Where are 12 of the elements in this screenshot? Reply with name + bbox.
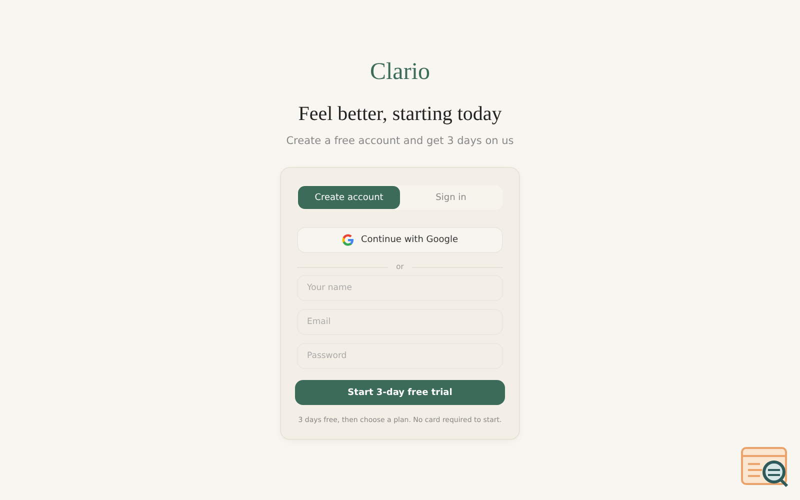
subtitle: Create a free account and get 3 days on us (286, 134, 514, 148)
start-trial-button[interactable]: Start 3-day free trial (295, 380, 505, 405)
tab[interactable]: Create account (298, 186, 400, 209)
brand-logo: Clario (370, 58, 430, 86)
input-field[interactable]: Email (297, 309, 503, 335)
tab[interactable]: Sign in (400, 186, 502, 209)
google-icon (342, 234, 354, 246)
input-field[interactable]: Password (297, 343, 503, 369)
browser-search-icon[interactable] (740, 446, 790, 488)
google-button[interactable]: Continue with Google (297, 227, 503, 253)
page-heading: Feel better, starting today (298, 102, 502, 126)
input-field[interactable]: Your name (297, 275, 503, 301)
